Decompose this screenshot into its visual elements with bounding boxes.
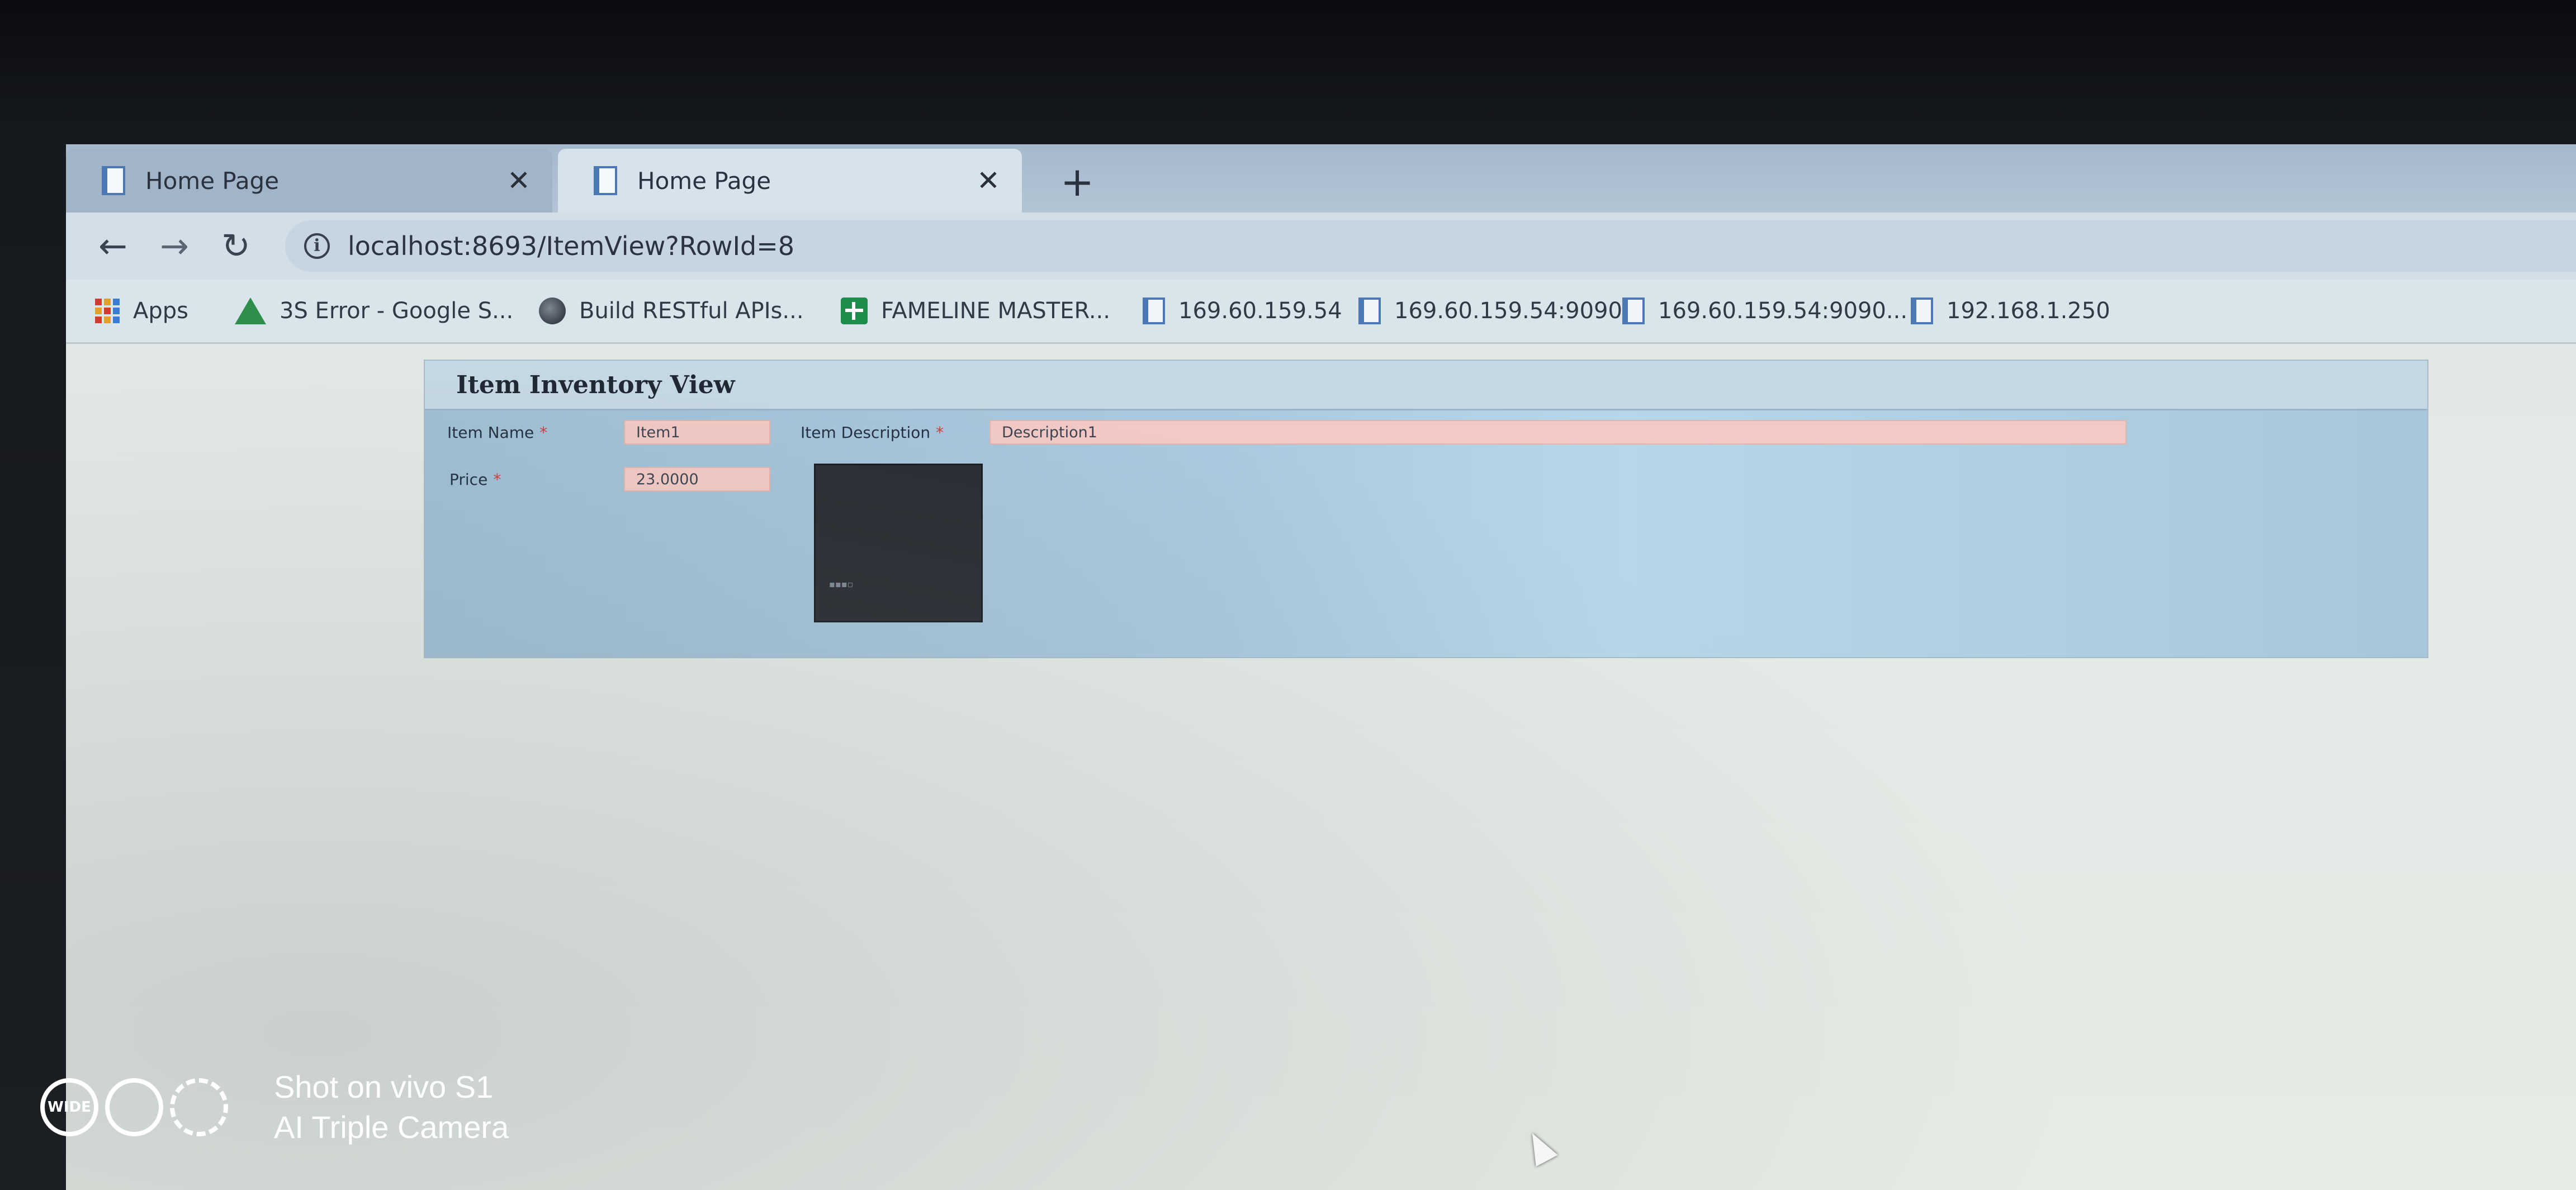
tab-strip: Home Page ✕ Home Page ✕ +: [66, 144, 2576, 212]
bookmark-169-60-159-54[interactable]: 169.60.159.54: [1143, 294, 1342, 328]
watermark-line-2: AI Triple Camera: [274, 1109, 509, 1145]
item-image: ▪▪▪▫: [814, 464, 983, 622]
bookmark-label: Build RESTful APIs...: [579, 298, 804, 324]
page-icon: [594, 166, 617, 195]
mouse-cursor-icon: [1521, 1127, 1558, 1167]
page-icon: [1358, 298, 1381, 324]
price-label-text: Price: [449, 470, 488, 489]
lens-ring-icon: [105, 1078, 163, 1136]
bookmark-169-60-159-54-9090-2[interactable]: 169.60.159.54:9090...: [1622, 294, 1907, 328]
price-label: Price *: [449, 470, 501, 489]
panel-header: Item Inventory View: [425, 361, 2427, 410]
tab-home-page-2[interactable]: Home Page ✕: [558, 149, 1022, 212]
close-icon[interactable]: ✕: [502, 164, 536, 197]
globe-icon: [539, 298, 566, 324]
address-bar[interactable]: i localhost:8693/ItemView?RowId=8: [285, 220, 2576, 272]
price-input[interactable]: [624, 467, 770, 492]
page-icon: [102, 166, 125, 195]
bookmark-apps[interactable]: Apps: [95, 294, 188, 328]
watermark-text: Shot on vivo S1 AI Triple Camera: [274, 1067, 509, 1148]
item-name-label: Item Name *: [447, 423, 547, 442]
bookmarks-bar: Apps 3S Error - Google S... Build RESTfu…: [66, 280, 2576, 344]
item-description-input[interactable]: [989, 420, 2127, 445]
item-inventory-panel: Item Inventory View Item Name * Item Desc…: [424, 360, 2428, 658]
apps-grid-icon: [95, 299, 120, 323]
forward-arrow-icon[interactable]: →: [152, 224, 197, 268]
item-name-input[interactable]: [624, 420, 770, 445]
browser-toolbar: ← → ↻ i localhost:8693/ItemView?RowId=8: [66, 212, 2576, 280]
required-mark: *: [539, 423, 548, 442]
close-icon[interactable]: ✕: [972, 164, 1005, 197]
bookmark-169-60-159-54-9090[interactable]: 169.60.159.54:9090: [1358, 294, 1622, 328]
tab-title: Home Page: [637, 167, 771, 195]
bookmark-fameline-master[interactable]: FAMELINE MASTER...: [841, 294, 1110, 328]
bookmark-build-restful-apis[interactable]: Build RESTful APIs...: [539, 294, 804, 328]
back-arrow-icon[interactable]: ←: [91, 224, 135, 268]
reload-icon[interactable]: ↻: [214, 224, 258, 268]
required-mark: *: [936, 423, 944, 442]
photo-frame: Home Page ✕ Home Page ✕ + ← → ↻ i localh…: [0, 0, 2576, 1190]
image-placeholder: ▪▪▪▫: [829, 579, 854, 589]
url-text[interactable]: localhost:8693/ItemView?RowId=8: [348, 231, 794, 261]
page-content: Item Inventory View Item Name * Item Desc…: [66, 344, 2576, 1190]
watermark-line-1: Shot on vivo S1: [274, 1069, 494, 1104]
item-description-label-text: Item Description: [801, 423, 931, 442]
page-icon: [1622, 298, 1645, 324]
bookmark-label: 192.168.1.250: [1947, 298, 2110, 324]
tab-home-page-1[interactable]: Home Page ✕: [66, 149, 552, 212]
page-title: Item Inventory View: [456, 371, 735, 399]
google-drive-icon: [235, 298, 266, 324]
item-description-label: Item Description *: [801, 423, 944, 442]
lens-ring-dashed-icon: [170, 1078, 228, 1136]
bookmark-label: 3S Error - Google S...: [280, 298, 514, 324]
info-icon[interactable]: i: [304, 233, 330, 259]
required-mark: *: [493, 470, 501, 489]
google-sheets-icon: [841, 298, 868, 324]
bookmark-label: 169.60.159.54:9090...: [1658, 298, 1908, 324]
bookmark-3s-error[interactable]: 3S Error - Google S...: [235, 294, 513, 328]
bookmark-label: 169.60.159.54:9090: [1394, 298, 1622, 324]
page-icon: [1143, 298, 1165, 324]
new-tab-button[interactable]: +: [1052, 157, 1102, 207]
browser-window: Home Page ✕ Home Page ✕ + ← → ↻ i localh…: [66, 144, 2576, 1190]
wide-badge-icon: WIDE: [40, 1078, 98, 1136]
page-icon: [1911, 298, 1933, 324]
wide-badge-text: WIDE: [48, 1099, 91, 1116]
bookmark-label: Apps: [133, 298, 188, 324]
bookmark-label: 169.60.159.54: [1178, 298, 1342, 324]
bookmark-label: FAMELINE MASTER...: [881, 298, 1110, 324]
tab-title: Home Page: [145, 167, 280, 195]
item-name-label-text: Item Name: [447, 423, 534, 442]
bookmark-192-168-1-250[interactable]: 192.168.1.250: [1911, 294, 2110, 328]
camera-watermark: WIDE Shot on vivo S1 AI Triple Camera: [40, 1068, 509, 1146]
